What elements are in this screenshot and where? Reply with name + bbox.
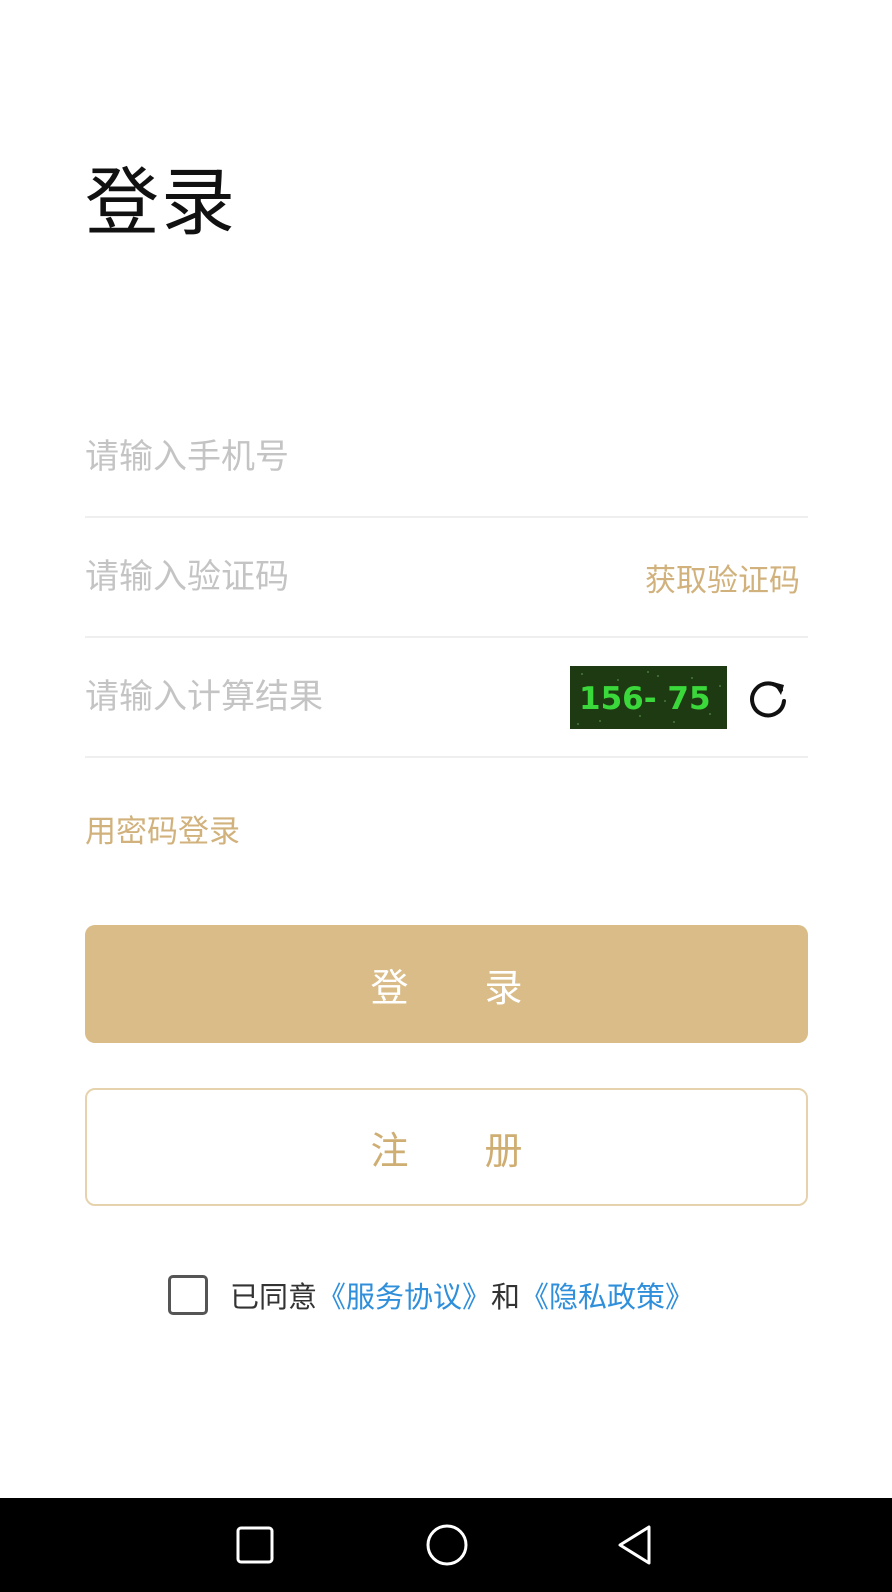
agree-prefix: 已同意 <box>230 1280 318 1314</box>
triangle-back-icon[interactable] <box>614 1522 656 1572</box>
register-button[interactable]: 注 册 <box>85 1088 808 1206</box>
square-icon[interactable] <box>234 1524 276 1570</box>
captcha-image[interactable]: 156- 75 <box>570 666 727 729</box>
verification-code-input[interactable] <box>85 518 525 636</box>
service-agreement-link[interactable]: 《服务协议》 <box>317 1274 491 1316</box>
get-code-button[interactable]: 获取验证码 <box>645 518 800 636</box>
agree-checkbox[interactable] <box>168 1275 208 1315</box>
agree-and: 和 <box>491 1280 521 1314</box>
agreement-row: 已同意 《服务协议》 和 《隐私政策》 <box>168 1272 694 1318</box>
privacy-policy-link[interactable]: 《隐私政策》 <box>520 1274 694 1316</box>
password-login-link[interactable]: 用密码登录 <box>85 806 240 851</box>
circle-icon[interactable] <box>424 1522 470 1572</box>
phone-field <box>85 398 808 518</box>
captcha-text: 156- 75 <box>579 681 711 717</box>
calc-field: 156- 75 <box>85 638 808 758</box>
page-title: 登录 <box>85 160 237 246</box>
calc-result-input[interactable] <box>85 638 465 756</box>
login-button[interactable]: 登 录 <box>85 925 808 1043</box>
phone-input[interactable] <box>85 398 525 516</box>
system-navigation-bar <box>0 1498 892 1592</box>
refresh-icon[interactable] <box>745 676 791 722</box>
code-field: 获取验证码 <box>85 518 808 638</box>
